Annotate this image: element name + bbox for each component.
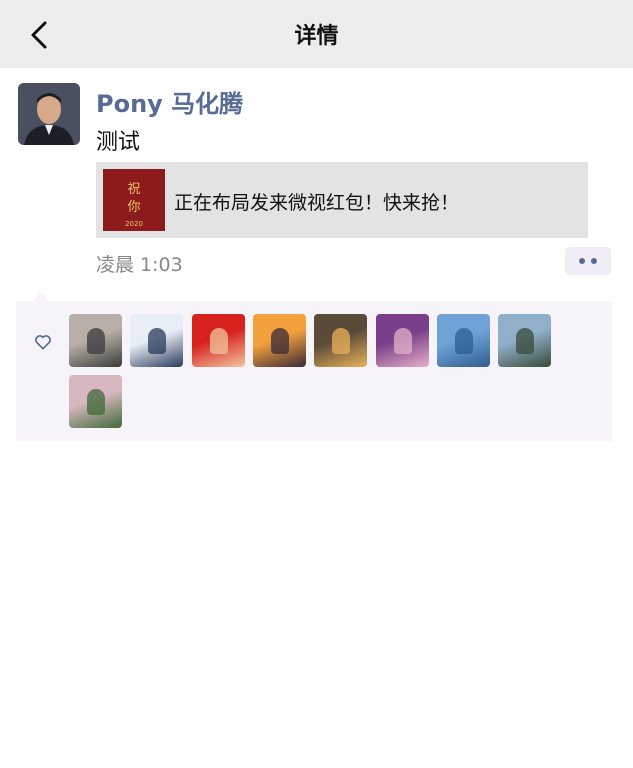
liker-figure — [393, 328, 412, 354]
liker-figure — [270, 328, 289, 354]
thumb-char-1: 祝 — [127, 182, 140, 197]
author-name[interactable]: Pony 马化腾 — [96, 84, 243, 119]
author-avatar[interactable] — [18, 83, 80, 145]
avatar-image — [18, 83, 80, 145]
post-timestamp: 凌晨 1:03 — [96, 254, 183, 276]
liker-figure — [454, 328, 473, 354]
liker-figure — [332, 328, 351, 354]
liker-avatar[interactable] — [498, 314, 552, 367]
more-button[interactable] — [565, 247, 611, 275]
liker-avatar[interactable] — [69, 375, 122, 428]
liker-avatar[interactable] — [130, 314, 184, 367]
liker-figure — [516, 328, 535, 354]
likes-panel — [16, 301, 612, 441]
liker-avatar[interactable] — [252, 314, 306, 367]
post-text: 测试 — [96, 130, 141, 155]
liker-figure — [87, 328, 105, 354]
more-dot — [591, 258, 597, 264]
liker-avatar[interactable] — [314, 314, 368, 367]
page-title: 详情 — [294, 24, 339, 49]
liker-avatar[interactable] — [375, 314, 429, 367]
liker-figure — [87, 389, 105, 415]
liker-avatar[interactable] — [191, 314, 245, 367]
more-dots-icon — [579, 258, 585, 264]
shared-link-card[interactable]: 祝 你 2020 正在布局发来微视红包！快来抢！ — [96, 162, 588, 238]
liker-avatar[interactable] — [436, 314, 490, 367]
liker-figure — [148, 328, 167, 354]
shared-link-thumbnail: 祝 你 2020 — [103, 169, 165, 231]
heart-outline-icon — [35, 335, 51, 350]
liker-avatar[interactable] — [69, 314, 122, 367]
liker-figure — [209, 328, 228, 354]
thumb-year: 2020 — [125, 220, 143, 228]
shared-link-title: 正在布局发来微视红包！快来抢！ — [174, 192, 460, 214]
navigation-bar: 详情 — [0, 0, 633, 68]
thumb-char-2: 你 — [127, 200, 140, 215]
